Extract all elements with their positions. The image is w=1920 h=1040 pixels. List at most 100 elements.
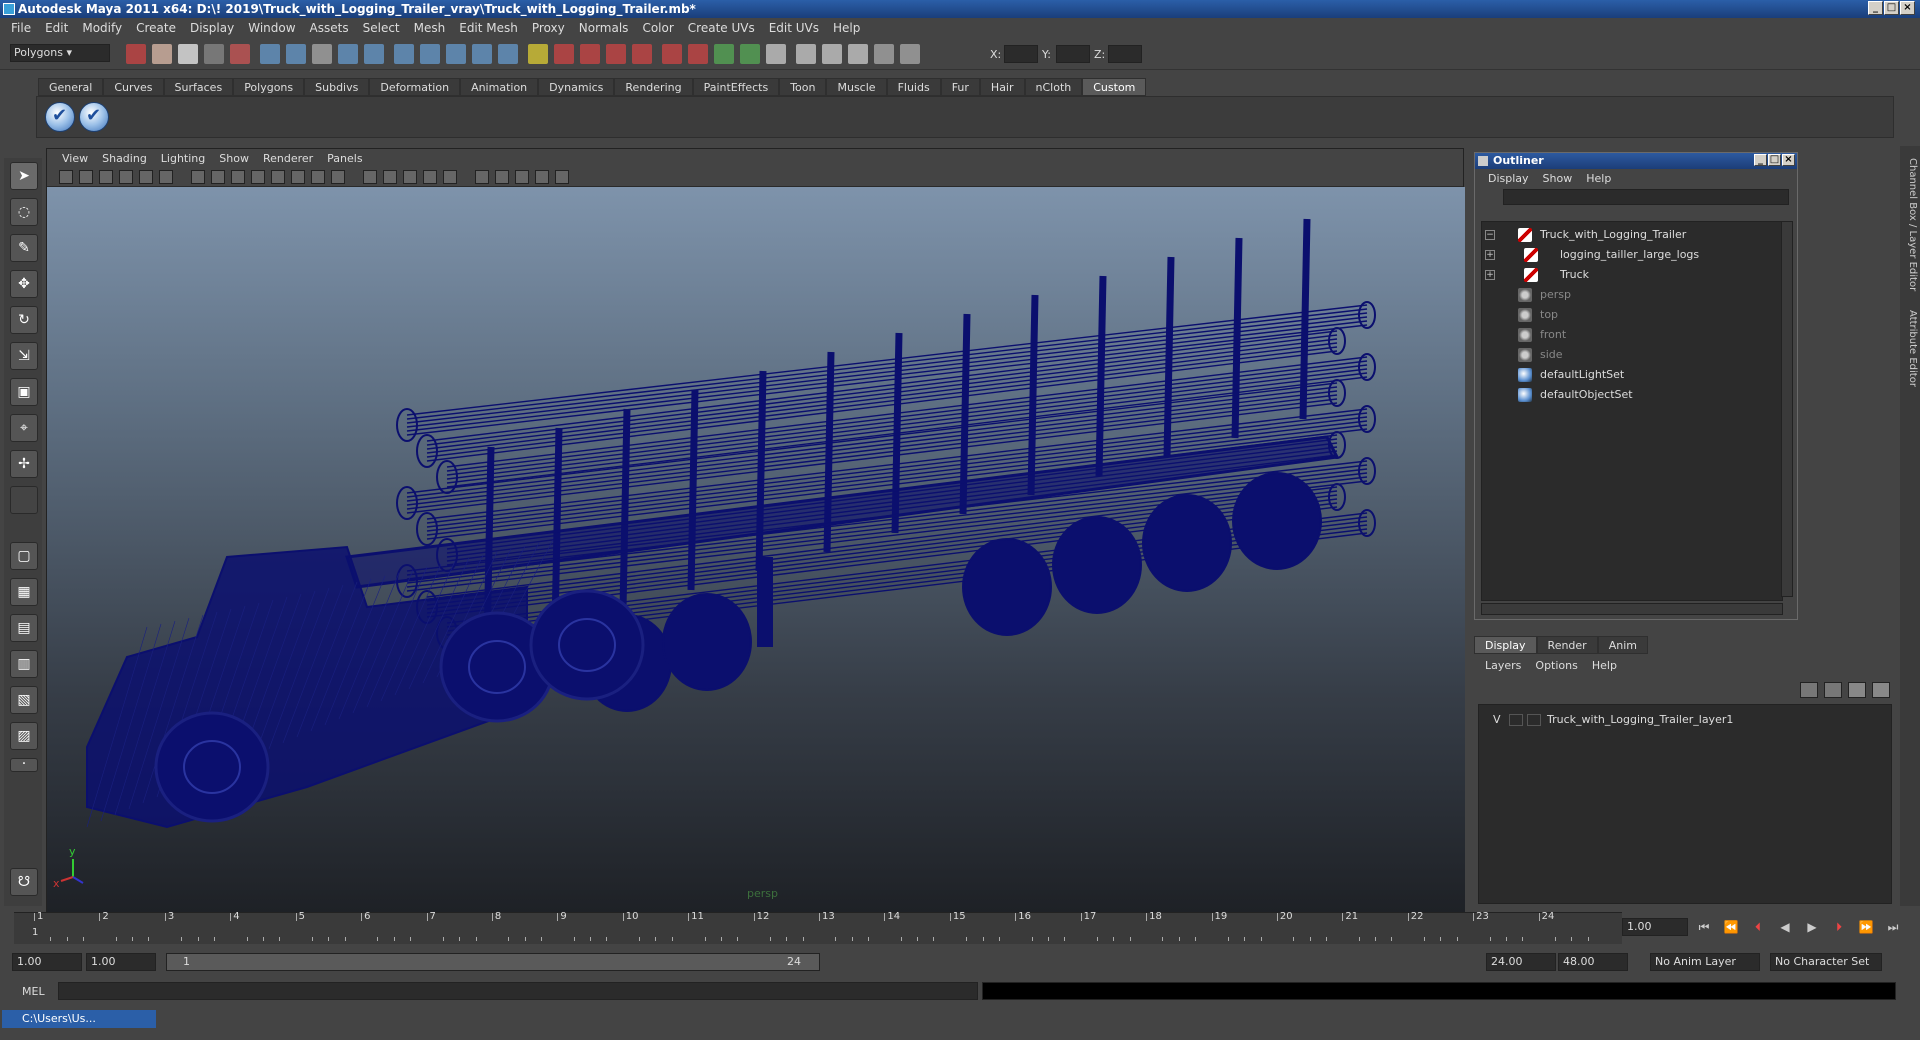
shelf-tab-curves[interactable]: Curves [103, 78, 164, 96]
expand-toggle-icon[interactable]: − [1485, 230, 1495, 240]
close-icon[interactable]: × [1900, 1, 1915, 15]
layer-type-toggle[interactable] [1509, 714, 1523, 726]
viewport-tool-icon-23[interactable] [535, 170, 549, 184]
anim-layer-dropdown[interactable]: No Anim Layer [1650, 953, 1760, 971]
mel-input[interactable] [58, 982, 978, 1000]
show-manip-icon[interactable]: ✢ [10, 450, 38, 478]
playback-start-field[interactable]: 1.00 [86, 953, 156, 971]
status-tool-icon-6[interactable] [260, 44, 280, 64]
status-tool-icon-20[interactable] [632, 44, 652, 64]
layer-row[interactable]: V Truck_with_Logging_Trailer_layer1 [1483, 711, 1883, 729]
status-tool-icon-24[interactable] [740, 44, 760, 64]
viewport-tool-icon-18[interactable] [423, 170, 437, 184]
menu-edit-mesh[interactable]: Edit Mesh [452, 21, 525, 35]
status-tool-icon-16[interactable] [528, 44, 548, 64]
menu-window[interactable]: Window [241, 21, 302, 35]
new-layer-icon[interactable] [1848, 682, 1866, 698]
custom-check-icon-1[interactable] [45, 102, 75, 132]
side-tab-attribute-editor[interactable]: Attribute Editor [1902, 310, 1918, 387]
status-tool-icon-5[interactable] [230, 44, 250, 64]
status-tool-icon-26[interactable] [796, 44, 816, 64]
outliner-horizontal-scrollbar[interactable] [1481, 603, 1783, 615]
z-field[interactable] [1108, 45, 1142, 63]
layer-move-up-icon[interactable] [1800, 682, 1818, 698]
outliner-item[interactable]: + logging_tailler_large_logs [1482, 246, 1782, 264]
shelf-tab-muscle[interactable]: Muscle [826, 78, 887, 96]
menu-assets[interactable]: Assets [303, 21, 356, 35]
current-frame-field[interactable]: 1.00 [1622, 918, 1688, 936]
viewport-tool-icon-3[interactable] [99, 170, 113, 184]
status-tool-icon-25[interactable] [766, 44, 786, 64]
outliner-item[interactable]: side [1482, 346, 1782, 364]
menu-edit-uvs[interactable]: Edit UVs [762, 21, 826, 35]
go-to-start-icon[interactable]: ⏮ [1694, 918, 1714, 936]
y-field[interactable] [1056, 45, 1090, 63]
layer-menu-options[interactable]: Options [1528, 659, 1584, 672]
status-tool-icon-7[interactable] [286, 44, 306, 64]
viewport-tool-icon-22[interactable] [515, 170, 529, 184]
status-tool-icon-14[interactable] [472, 44, 492, 64]
outliner-close-icon[interactable]: × [1782, 154, 1795, 166]
status-tool-icon-21[interactable] [662, 44, 682, 64]
shelf-tab-dynamics[interactable]: Dynamics [538, 78, 615, 96]
viewport-tool-icon-2[interactable] [79, 170, 93, 184]
playback-end-field[interactable]: 24.00 [1486, 953, 1556, 971]
layer-tab-render[interactable]: Render [1536, 636, 1598, 654]
status-tool-icon-3[interactable] [178, 44, 198, 64]
menu-file[interactable]: File [4, 21, 38, 35]
outliner-item[interactable]: persp [1482, 286, 1782, 304]
universal-manip-icon[interactable]: ▣ [10, 378, 38, 406]
status-tool-icon-13[interactable] [446, 44, 466, 64]
viewport-menu-renderer[interactable]: Renderer [256, 152, 320, 165]
viewport-tool-icon-9[interactable] [231, 170, 245, 184]
menu-create-uvs[interactable]: Create UVs [681, 21, 762, 35]
layer-menu-help[interactable]: Help [1585, 659, 1624, 672]
status-tool-icon-1[interactable] [126, 44, 146, 64]
viewport-tool-icon-11[interactable] [271, 170, 285, 184]
outliner-search-input[interactable] [1503, 189, 1789, 205]
paint-select-icon[interactable]: ✎ [10, 234, 38, 262]
step-back-icon[interactable]: ⏪ [1721, 918, 1741, 936]
viewport-tool-icon-24[interactable] [555, 170, 569, 184]
viewport-tool-icon-5[interactable] [139, 170, 153, 184]
viewport-menu-view[interactable]: View [55, 152, 95, 165]
outliner-item[interactable]: defaultObjectSet [1482, 386, 1782, 404]
outliner-item[interactable]: front [1482, 326, 1782, 344]
shelf-tab-toon[interactable]: Toon [779, 78, 827, 96]
shelf-tab-animation[interactable]: Animation [460, 78, 539, 96]
viewport-tool-icon-21[interactable] [495, 170, 509, 184]
shelf-tab-ncloth[interactable]: nCloth [1024, 78, 1083, 96]
status-tool-icon-8[interactable] [312, 44, 332, 64]
menu-proxy[interactable]: Proxy [525, 21, 572, 35]
status-tool-icon-18[interactable] [580, 44, 600, 64]
anim-start-field[interactable]: 1.00 [12, 953, 82, 971]
status-tool-icon-12[interactable] [420, 44, 440, 64]
minimize-icon[interactable]: _ [1868, 1, 1883, 15]
hypershade-layout-icon[interactable]: ▨ [10, 722, 38, 750]
status-tool-icon-27[interactable] [822, 44, 842, 64]
range-slider[interactable]: 1 24 [166, 953, 820, 971]
status-tool-icon-19[interactable] [606, 44, 626, 64]
viewport-tool-icon-6[interactable] [159, 170, 173, 184]
go-to-end-icon[interactable]: ⏭ [1883, 918, 1903, 936]
status-tool-icon-29[interactable] [874, 44, 894, 64]
viewport-menu-lighting[interactable]: Lighting [154, 152, 212, 165]
shelf-tab-rendering[interactable]: Rendering [614, 78, 693, 96]
viewport-tool-icon-10[interactable] [251, 170, 265, 184]
shelf-tab-custom[interactable]: Custom [1082, 78, 1147, 96]
single-pane-icon[interactable]: ▢ [10, 542, 38, 570]
outliner-item[interactable]: + Truck [1482, 266, 1782, 284]
persp-outliner-layout-icon[interactable]: ▧ [10, 686, 38, 714]
status-tool-icon-10[interactable] [364, 44, 384, 64]
step-forward-icon[interactable]: ⏩ [1856, 918, 1876, 936]
side-tab-channel-box[interactable]: Channel Box / Layer Editor [1902, 158, 1918, 291]
expand-toggle-icon[interactable]: + [1485, 250, 1495, 260]
time-slider[interactable]: 1 2 3 4 5 6 7 8 9 10 11 12 13 14 15 16 17 18 19 20 21 22 23 24 1 [14, 911, 1622, 944]
viewport-scene[interactable]: y x persp [47, 187, 1465, 913]
new-layer-selected-icon[interactable] [1872, 682, 1890, 698]
status-tool-icon-15[interactable] [498, 44, 518, 64]
status-tool-icon-30[interactable] [900, 44, 920, 64]
four-pane-icon[interactable]: ▦ [10, 578, 38, 606]
viewport-tool-icon-19[interactable] [443, 170, 457, 184]
layer-color-swatch[interactable] [1527, 714, 1541, 726]
